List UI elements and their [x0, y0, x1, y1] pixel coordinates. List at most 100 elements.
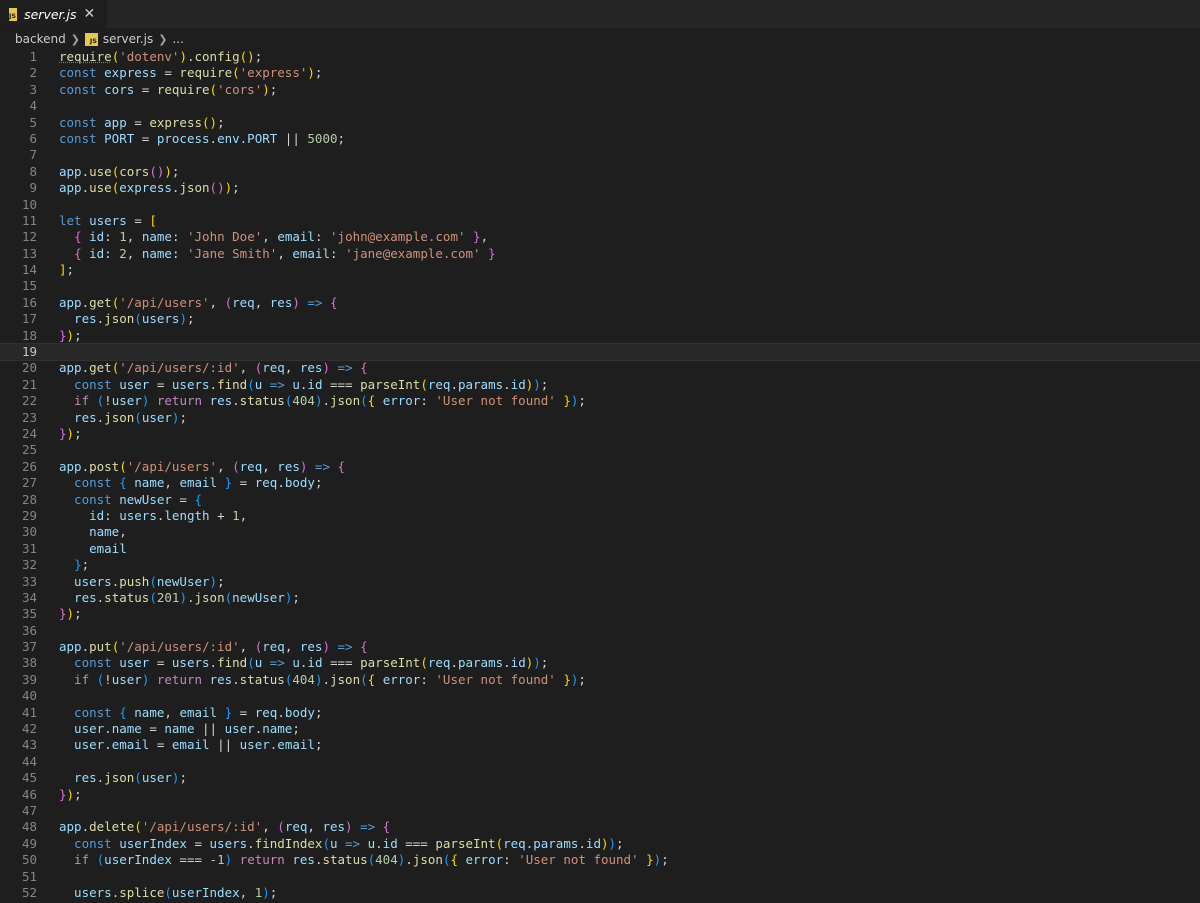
code-line[interactable]: 31 email: [0, 541, 1200, 557]
code-line[interactable]: 3 const cors = require('cors');: [0, 82, 1200, 98]
code-line[interactable]: 2 const express = require('express');: [0, 65, 1200, 81]
code-line[interactable]: 20 app.get('/api/users/:id', (req, res) =…: [0, 360, 1200, 376]
code-line[interactable]: 7: [0, 147, 1200, 163]
code-line[interactable]: 18});: [0, 328, 1200, 344]
code-line[interactable]: 8 app.use(cors());: [0, 164, 1200, 180]
code-token: ,: [217, 458, 233, 474]
code-line[interactable]: 24});: [0, 426, 1200, 442]
code-line[interactable]: 22 if (!user) return res.status(404).jso…: [0, 393, 1200, 409]
code-editor[interactable]: 1 require('dotenv').config(); 2 const expre…: [0, 49, 1200, 901]
code-text: const cors = require('cors');: [37, 82, 277, 98]
code-line[interactable]: 6 const PORT = process.env.PORT || 5000;: [0, 131, 1200, 147]
js-file-icon: JS: [9, 7, 18, 21]
code-line[interactable]: 34 res.status(201).json(newUser);: [0, 590, 1200, 606]
line-number: 16: [21, 294, 37, 310]
code-token: get: [89, 360, 112, 376]
code-line[interactable]: 11 let users = [: [0, 213, 1200, 229]
code-line[interactable]: 32 };: [0, 557, 1200, 573]
code-line[interactable]: 15: [0, 278, 1200, 294]
code-line[interactable]: 13 { id: 2, name: 'Jane Smith', email: '…: [0, 246, 1200, 262]
code-line[interactable]: 33 users.push(newUser);: [0, 574, 1200, 590]
code-line[interactable]: 19: [0, 343, 1200, 362]
code-line[interactable]: 29 id: users.length + 1,: [0, 508, 1200, 524]
code-line[interactable]: 52 users.splice(userIndex, 1);: [0, 885, 1200, 901]
code-line[interactable]: 51: [0, 869, 1200, 885]
code-line[interactable]: 10: [0, 197, 1200, 213]
code-text: user.name = name || user.name;: [37, 721, 300, 737]
code-token: ): [66, 606, 75, 622]
breadcrumb-ellipsis[interactable]: ...: [172, 32, 183, 46]
code-line[interactable]: 28 const newUser = {: [0, 492, 1200, 508]
code-line[interactable]: 26 app.post('/api/users', (req, res) => {: [0, 459, 1200, 475]
line-number: 4: [29, 98, 37, 114]
code-token: name: [262, 721, 293, 737]
code-line[interactable]: 39 if (!user) return res.status(404).jso…: [0, 672, 1200, 688]
code-token: .: [209, 130, 218, 146]
code-line[interactable]: 30 name,: [0, 524, 1200, 540]
code-token: req: [427, 655, 451, 671]
code-line[interactable]: 50 if (userIndex === -1) return res.stat…: [0, 852, 1200, 868]
code-token: id: [59, 507, 105, 523]
code-line[interactable]: 23 res.json(user);: [0, 410, 1200, 426]
code-line[interactable]: 38 const user = users.find(u => u.id ===…: [0, 655, 1200, 671]
code-token: name: [126, 475, 165, 491]
code-text: });: [37, 426, 82, 442]
breadcrumb: backend ❯ JS server.js ❯ ...: [0, 29, 1200, 49]
code-token: if: [59, 852, 97, 868]
code-line[interactable]: 48 app.delete('/api/users/:id', (req, res…: [0, 819, 1200, 835]
code-token: user: [119, 655, 150, 671]
code-line[interactable]: 17 res.json(users);: [0, 311, 1200, 327]
code-token: .: [81, 458, 90, 474]
code-line[interactable]: 16 app.get('/api/users', (req, res) => {: [0, 295, 1200, 311]
code-line[interactable]: 5 const app = express();: [0, 115, 1200, 131]
code-token: ,: [239, 507, 248, 523]
code-line[interactable]: 27 const { name, email } = req.body;: [0, 475, 1200, 491]
code-token: user: [111, 671, 142, 687]
code-line[interactable]: 37 app.put('/api/users/:id', (req, res) =…: [0, 639, 1200, 655]
code-line[interactable]: 4: [0, 98, 1200, 114]
code-line[interactable]: 21 const user = users.find(u => u.id ===…: [0, 377, 1200, 393]
line-number: 33: [21, 573, 37, 589]
code-line[interactable]: 42 user.name = name || user.name;: [0, 721, 1200, 737]
code-token: const: [59, 475, 120, 491]
code-line[interactable]: 36: [0, 623, 1200, 639]
chevron-right-icon: ❯: [70, 32, 80, 46]
code-line[interactable]: 40: [0, 688, 1200, 704]
code-token: =: [232, 475, 255, 491]
code-line[interactable]: 25: [0, 442, 1200, 458]
code-line[interactable]: 45 res.json(user);: [0, 770, 1200, 786]
code-line[interactable]: 1 require('dotenv').config();: [0, 49, 1200, 65]
line-number: 29: [21, 507, 37, 523]
code-line[interactable]: 9 app.use(express.json());: [0, 180, 1200, 196]
code-token: .: [450, 376, 458, 392]
code-line[interactable]: 43 user.email = email || user.email;: [0, 737, 1200, 753]
code-line[interactable]: 12 { id: 1, name: 'John Doe', email: 'jo…: [0, 229, 1200, 245]
code-token: ||: [194, 721, 225, 737]
breadcrumb-folder[interactable]: backend: [15, 32, 66, 46]
line-number: 31: [21, 540, 37, 556]
breadcrumb-file[interactable]: server.js: [103, 32, 153, 46]
code-token: req: [503, 835, 526, 851]
code-line[interactable]: 47: [0, 803, 1200, 819]
tab-server-js[interactable]: JS server.js ✕: [0, 0, 108, 28]
code-line[interactable]: 14];: [0, 262, 1200, 278]
code-token: (: [224, 589, 233, 605]
close-icon[interactable]: ✕: [84, 6, 96, 22]
code-token: 'dotenv': [119, 49, 180, 64]
code-token: users: [89, 212, 127, 228]
code-token: userIndex: [119, 835, 187, 851]
code-token: 5000: [307, 130, 338, 146]
code-line[interactable]: 46});: [0, 787, 1200, 803]
code-line[interactable]: 41 const { name, email } = req.body;: [0, 705, 1200, 721]
code-token: length: [164, 507, 210, 523]
code-line[interactable]: 49 const userIndex = users.findIndex(u =…: [0, 836, 1200, 852]
code-token: req: [254, 475, 278, 491]
code-line[interactable]: 44: [0, 754, 1200, 770]
code-token: {: [74, 229, 82, 245]
code-token: params: [457, 655, 504, 671]
code-token: }: [473, 229, 481, 245]
code-line[interactable]: 35});: [0, 606, 1200, 622]
